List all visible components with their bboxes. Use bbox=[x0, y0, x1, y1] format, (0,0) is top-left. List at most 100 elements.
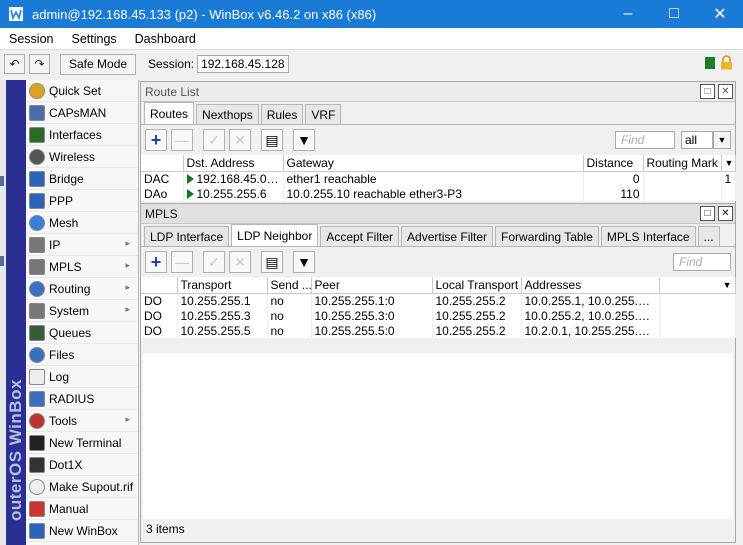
filter-icon[interactable]: ▼ bbox=[293, 129, 315, 151]
col-dst-address[interactable]: Dst. Address bbox=[183, 155, 284, 172]
add-icon[interactable]: + bbox=[145, 251, 167, 273]
tab-forwarding-table[interactable]: Forwarding Table bbox=[495, 226, 599, 246]
route-list-titlebar: Route List □ ✕ bbox=[141, 82, 735, 102]
table-row[interactable]: DAo 10.255.255.6 10.0.255.10 reachable e… bbox=[141, 186, 736, 201]
tab-rules[interactable]: Rules bbox=[260, 104, 304, 124]
col-distance[interactable]: Distance bbox=[583, 155, 644, 172]
tab-accept-filter[interactable]: Accept Filter bbox=[320, 226, 400, 246]
sidebar-item-new-terminal[interactable]: New Terminal bbox=[26, 432, 138, 454]
session-value: 192.168.45.128 bbox=[197, 55, 289, 73]
sidebar-item-radius[interactable]: RADIUS bbox=[26, 388, 138, 410]
sidebar-item-label: Manual bbox=[49, 501, 89, 516]
session-label: Session: bbox=[148, 57, 195, 71]
tab-advertise-filter[interactable]: Advertise Filter bbox=[401, 226, 494, 246]
ldp-addresses: 10.0.255.1, 10.0.255.5, 1... bbox=[521, 293, 660, 308]
route-extra: 1 bbox=[721, 171, 736, 186]
restore-icon[interactable]: □ bbox=[700, 84, 715, 99]
remove-icon[interactable]: — bbox=[171, 129, 193, 151]
redo-icon[interactable]: ↷ bbox=[29, 54, 50, 74]
sidebar-item-system[interactable]: System ▸ bbox=[26, 300, 138, 322]
col-flags[interactable] bbox=[141, 277, 178, 294]
sidebar-item-quick-set[interactable]: Quick Set bbox=[26, 80, 138, 102]
sidebar-item-new-winbox[interactable]: New WinBox bbox=[26, 520, 138, 542]
menu-dashboard[interactable]: Dashboard bbox=[126, 32, 205, 46]
add-icon[interactable]: + bbox=[145, 129, 167, 151]
close-icon[interactable]: ✕ bbox=[718, 84, 733, 99]
sidebar-item-label: Routing bbox=[49, 281, 91, 296]
radius-icon bbox=[29, 390, 45, 407]
chevron-down-icon[interactable]: ▼ bbox=[713, 131, 731, 149]
sidebar-item-dot1x[interactable]: Dot1X bbox=[26, 454, 138, 476]
sidebar-item-interfaces[interactable]: Interfaces bbox=[26, 124, 138, 146]
sidebar-item-ppp[interactable]: PPP bbox=[26, 190, 138, 212]
sidebar-item-mpls[interactable]: MPLS ▸ bbox=[26, 256, 138, 278]
winbox-app-icon bbox=[9, 7, 23, 21]
table-row[interactable]: DAC 192.168.45.0/... ether1 reachable 0 … bbox=[141, 171, 736, 186]
col-routing-mark[interactable]: Routing Mark bbox=[643, 155, 722, 172]
sidebar-item-capsman[interactable]: CAPsMAN bbox=[26, 102, 138, 124]
tab-mpls-interface[interactable]: MPLS Interface bbox=[600, 226, 696, 246]
enable-icon[interactable]: ✓ bbox=[203, 129, 225, 151]
sidebar-item-make-supout-rif[interactable]: Make Supout.rif bbox=[26, 476, 138, 498]
tab-ldp-interface[interactable]: LDP Interface bbox=[144, 226, 230, 246]
sidebar-item-files[interactable]: Files bbox=[26, 344, 138, 366]
sidebar-item-bridge[interactable]: Bridge bbox=[26, 168, 138, 190]
table-row[interactable]: DO 10.255.255.3 no 10.255.255.3:0 10.255.255… bbox=[141, 308, 736, 323]
table-row[interactable]: DO 10.255.255.5 no 10.255.255.5:0 10.255.255… bbox=[141, 323, 736, 338]
ldp-peer: 10.255.255.3:0 bbox=[311, 308, 433, 323]
submenu-arrow-icon: ▸ bbox=[125, 260, 130, 270]
sidebar-item-manual[interactable]: Manual bbox=[26, 498, 138, 520]
safe-mode-button[interactable]: Safe Mode bbox=[60, 53, 137, 75]
mpls-find-input[interactable]: Find bbox=[673, 253, 731, 271]
mesh-icon bbox=[29, 214, 45, 231]
sidebar-item-routing[interactable]: Routing ▸ bbox=[26, 278, 138, 300]
close-icon[interactable]: ✕ bbox=[697, 0, 743, 28]
mpls-window: MPLS □ ✕ LDP Interface LDP Neighbor Acce… bbox=[140, 203, 736, 543]
status-indicator-icon bbox=[705, 57, 715, 69]
comment-icon[interactable]: ▤ bbox=[261, 129, 283, 151]
menu-settings[interactable]: Settings bbox=[62, 32, 125, 46]
enable-icon[interactable]: ✓ bbox=[203, 251, 225, 273]
chevron-down-icon[interactable]: ▼ bbox=[659, 277, 736, 294]
close-icon[interactable]: ✕ bbox=[718, 206, 733, 221]
sidebar-item-log[interactable]: Log bbox=[26, 366, 138, 388]
mpls-action-bar: + — ✓ ✕ ▤ ▼ Find bbox=[141, 247, 735, 277]
sidebar-item-label: Make Supout.rif bbox=[49, 479, 134, 494]
menu-session[interactable]: Session bbox=[0, 32, 62, 46]
sidebar-item-tools[interactable]: Tools ▸ bbox=[26, 410, 138, 432]
tab-more[interactable]: ... bbox=[697, 226, 720, 246]
ldp-addresses: 10.2.0.1, 10.255.255.5, 1... bbox=[521, 323, 660, 338]
sidebar-item-label: System bbox=[49, 303, 90, 318]
tab-routes[interactable]: Routes bbox=[144, 102, 195, 124]
tab-ldp-neighbor[interactable]: LDP Neighbor bbox=[231, 224, 319, 246]
sidebar-item-ip[interactable]: IP ▸ bbox=[26, 234, 138, 256]
chevron-down-icon[interactable]: ▼ bbox=[721, 155, 736, 172]
col-flags[interactable] bbox=[141, 155, 184, 172]
col-addresses[interactable]: Addresses bbox=[521, 277, 660, 294]
col-gateway[interactable]: Gateway bbox=[283, 155, 584, 172]
restore-icon[interactable]: □ bbox=[700, 206, 715, 221]
tab-vrf[interactable]: VRF bbox=[305, 104, 342, 124]
table-row[interactable]: DO 10.255.255.1 no 10.255.255.1:0 10.255.255… bbox=[141, 293, 736, 308]
minimize-icon[interactable]: – bbox=[605, 0, 651, 28]
sidebar-item-wireless[interactable]: Wireless bbox=[26, 146, 138, 168]
maximize-icon[interactable]: □ bbox=[651, 0, 697, 28]
remove-icon[interactable]: — bbox=[171, 251, 193, 273]
col-send[interactable]: Send ... bbox=[267, 277, 312, 294]
window-title: admin@192.168.45.133 (p2) - WinBox v6.46… bbox=[32, 6, 377, 22]
tab-nexthops[interactable]: Nexthops bbox=[196, 104, 259, 124]
col-transport[interactable]: Transport bbox=[177, 277, 268, 294]
col-local-transport[interactable]: Local Transport bbox=[432, 277, 522, 294]
undo-icon[interactable]: ↶ bbox=[4, 54, 25, 74]
route-filter-select[interactable]: all bbox=[681, 131, 713, 149]
route-find-input[interactable]: Find bbox=[615, 131, 675, 149]
sidebar-item-queues[interactable]: Queues bbox=[26, 322, 138, 344]
ldp-peer: 10.255.255.5:0 bbox=[311, 323, 433, 338]
filter-icon[interactable]: ▼ bbox=[293, 251, 315, 273]
sidebar-item-mesh[interactable]: Mesh bbox=[26, 212, 138, 234]
comment-icon[interactable]: ▤ bbox=[261, 251, 283, 273]
menu-bar: Session Settings Dashboard bbox=[0, 28, 743, 50]
disable-icon[interactable]: ✕ bbox=[229, 129, 251, 151]
disable-icon[interactable]: ✕ bbox=[229, 251, 251, 273]
col-peer[interactable]: Peer bbox=[311, 277, 433, 294]
